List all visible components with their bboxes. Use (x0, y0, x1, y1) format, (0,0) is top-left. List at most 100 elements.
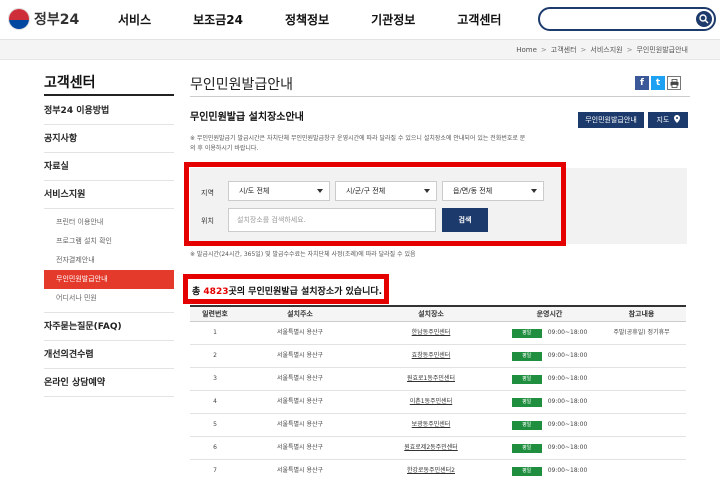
cell-place-link[interactable]: 한강로동주민센터2 (360, 460, 502, 481)
cell-place-link[interactable]: 원효로1동주민센터 (360, 368, 502, 390)
cell-note (597, 414, 686, 436)
cell-no: 7 (213, 467, 217, 474)
status-badge: 평일 (511, 466, 542, 476)
nav-item-service[interactable]: 서비스 (118, 0, 151, 40)
kiosk-guide-button[interactable]: 무인민원발급안내 (578, 112, 644, 128)
breadcrumb: Home > 고객센터 > 서비스지원 > 무인민원발급안내 (516, 40, 688, 60)
sidebar-subitem-anywhere[interactable]: 어디서나 민원 (44, 289, 174, 308)
cell-hours: 평일 09:00~18:00 (502, 460, 597, 481)
logo-text: 정부24 (34, 12, 80, 28)
notice-fee: ※ 발급시간(24시간, 365일) 및 발급수수료는 자치단체 사정(조례)에… (190, 251, 416, 258)
header: 정부24 서비스 보조금24 정책정보 기관정보 고객센터 (0, 0, 720, 40)
print-icon[interactable] (667, 76, 681, 90)
cell-address: 서울특별시 용산구 (276, 421, 324, 428)
highlight-frame-filter (184, 162, 566, 246)
hours-text: 09:00~18:00 (547, 444, 588, 451)
taegeuk-logo-icon (8, 8, 30, 30)
table-row: 6 서울특별시 용산구 원효로제2동주민센터 평일 09:00~18:00 (190, 437, 686, 460)
status-badge: 평일 (511, 374, 542, 384)
sidebar-item-notice[interactable]: 공지사항 (44, 125, 174, 153)
cell-hours: 평일 09:00~18:00 (502, 391, 597, 413)
column-header-place: 설치장소 (418, 310, 444, 318)
hours-text: 09:00~18:00 (547, 375, 588, 382)
cell-address: 서울특별시 용산구 (276, 398, 324, 405)
cell-address: 서울특별시 용산구 (276, 444, 324, 451)
sidebar-item-consult[interactable]: 온라인 상담예약 (44, 369, 174, 397)
cell-no: 6 (213, 444, 217, 451)
table-header: 일련번호 설치주소 설치장소 운영시간 참고내용 (190, 305, 686, 322)
table-row: 7 서울특별시 용산구 한강로동주민센터2 평일 09:00~18:00 (190, 460, 686, 481)
map-button[interactable]: 지도 (648, 112, 688, 128)
cell-hours: 평일 09:00~18:00 (502, 437, 597, 459)
hours-text: 09:00~18:00 (547, 352, 588, 359)
nav-item-support[interactable]: 고객센터 (457, 0, 501, 40)
cell-note (597, 460, 686, 481)
site-logo[interactable]: 정부24 (8, 8, 79, 30)
nav-item-policy[interactable]: 정책정보 (285, 0, 329, 40)
sidebar-subitem-printer[interactable]: 프린터 이용안내 (44, 213, 174, 232)
cell-no: 2 (213, 352, 217, 359)
kiosk-table: 일련번호 설치주소 설치장소 운영시간 참고내용 1 서울특별시 용산구 한남동… (190, 305, 686, 481)
chevron-right-icon: > (540, 46, 547, 54)
sidebar-submenu: 프린터 이용안내 프로그램 설치 확인 전자결제안내 무인민원발급안내 어디서나… (44, 209, 174, 313)
cell-place-link[interactable]: 원효로제2동주민센터 (360, 437, 502, 459)
map-button-label: 지도 (656, 116, 670, 124)
hours-text: 09:00~18:00 (547, 467, 588, 474)
table-row: 2 서울특별시 용산구 효창동주민센터 평일 09:00~18:00 (190, 345, 686, 368)
cell-place-link[interactable]: 보광동주민센터 (360, 414, 502, 436)
table-row: 3 서울특별시 용산구 원효로1동주민센터 평일 09:00~18:00 (190, 368, 686, 391)
sidebar-subitem-payment[interactable]: 전자결제안내 (44, 251, 174, 270)
hours-text: 09:00~18:00 (547, 329, 588, 336)
cell-address: 서울특별시 용산구 (276, 329, 324, 336)
sidebar-subitem-program[interactable]: 프로그램 설치 확인 (44, 232, 174, 251)
cell-hours: 평일 09:00~18:00 (502, 414, 597, 436)
sidebar-item-archive[interactable]: 자료실 (44, 153, 174, 181)
column-header-no: 일련번호 (202, 310, 228, 318)
cell-place-link[interactable]: 효창동주민센터 (360, 345, 502, 367)
cell-place-link[interactable]: 이촌1동주민센터 (360, 391, 502, 413)
global-nav: 서비스 보조금24 정책정보 기관정보 고객센터 (118, 0, 543, 40)
facebook-icon[interactable]: f (635, 76, 649, 90)
cell-note (597, 437, 686, 459)
column-header-note: 참고내용 (628, 310, 655, 318)
twitter-icon[interactable]: t (651, 76, 665, 90)
section-title: 무인민원발급 설치장소안내 (190, 112, 304, 123)
column-header-hours: 운영시간 (536, 310, 563, 318)
sidebar-item-howto[interactable]: 정부24 이용방법 (44, 97, 174, 125)
table-row: 5 서울특별시 용산구 보광동주민센터 평일 09:00~18:00 (190, 414, 686, 437)
cell-no: 4 (213, 398, 217, 405)
status-badge: 평일 (511, 443, 542, 453)
highlight-frame-count (183, 274, 389, 304)
page-title: 무인민원발급안내 (190, 77, 294, 93)
cell-note: 주말(공휴일) 정기휴무 (613, 329, 670, 336)
column-header-address: 설치주소 (287, 310, 313, 318)
header-search-input[interactable] (538, 7, 716, 31)
sidebar: 정부24 이용방법 공지사항 자료실 서비스지원 프린터 이용안내 프로그램 설… (44, 97, 174, 397)
share-buttons: f t (635, 76, 683, 90)
cell-hours: 평일 09:00~18:00 (502, 368, 597, 390)
search-icon[interactable] (696, 11, 712, 27)
sidebar-subitem-kiosk[interactable]: 무인민원발급안내 (44, 270, 174, 289)
status-badge: 평일 (511, 397, 542, 407)
nav-item-agency[interactable]: 기관정보 (371, 0, 415, 40)
sidebar-item-faq[interactable]: 자주묻는질문(FAQ) (44, 313, 174, 341)
cell-place-link[interactable]: 한남동주민센터 (360, 322, 502, 344)
sidebar-item-service-support[interactable]: 서비스지원 (44, 181, 174, 209)
cell-address: 서울특별시 용산구 (276, 375, 324, 382)
breadcrumb-service[interactable]: 서비스지원 (590, 40, 622, 60)
cell-hours: 평일 09:00~18:00 (502, 322, 597, 344)
hours-text: 09:00~18:00 (547, 421, 588, 428)
status-badge: 평일 (511, 351, 542, 361)
breadcrumb-support[interactable]: 고객센터 (551, 40, 577, 60)
content-divider (190, 96, 690, 97)
nav-item-subsidy[interactable]: 보조금24 (193, 0, 243, 40)
status-badge: 평일 (511, 328, 542, 338)
status-badge: 평일 (511, 420, 542, 430)
breadcrumb-bar: Home > 고객센터 > 서비스지원 > 무인민원발급안내 (0, 40, 720, 60)
hours-text: 09:00~18:00 (547, 398, 588, 405)
breadcrumb-current: 무인민원발급안내 (636, 46, 688, 54)
sidebar-item-feedback[interactable]: 개선의견수렴 (44, 341, 174, 369)
cell-no: 3 (213, 375, 217, 382)
breadcrumb-home[interactable]: Home (516, 40, 537, 60)
cell-no: 1 (213, 329, 217, 336)
